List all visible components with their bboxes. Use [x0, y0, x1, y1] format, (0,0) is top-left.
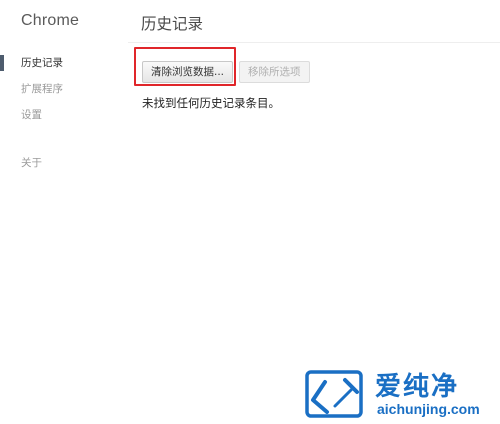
sidebar-item-settings[interactable]: 设置	[0, 102, 128, 128]
aichunjing-logo-icon	[305, 370, 363, 418]
empty-history-message: 未找到任何历史记录条目。	[142, 96, 280, 110]
sidebar: Chrome 历史记录 扩展程序 设置 关于	[0, 0, 128, 424]
watermark-text: 爱纯净	[375, 372, 460, 402]
sidebar-item-history[interactable]: 历史记录	[0, 50, 128, 76]
brand-title: Chrome	[21, 12, 80, 29]
page-title: 历史记录	[141, 15, 204, 33]
clear-browsing-data-button[interactable]: 清除浏览数据...	[142, 61, 234, 83]
sidebar-item-about[interactable]: 关于	[0, 150, 128, 176]
remove-selected-button[interactable]: 移除所选项	[239, 61, 310, 83]
sidebar-item-extensions[interactable]: 扩展程序	[0, 76, 128, 102]
watermark-url: aichunjing.com	[377, 401, 480, 417]
sidebar-nav: 历史记录 扩展程序 设置 关于	[0, 50, 128, 176]
main-content: 历史记录 清除浏览数据... 移除所选项 未找到任何历史记录条目。	[128, 0, 500, 424]
watermark: 爱纯净 aichunjing.com	[305, 366, 495, 422]
header-divider	[128, 42, 500, 43]
